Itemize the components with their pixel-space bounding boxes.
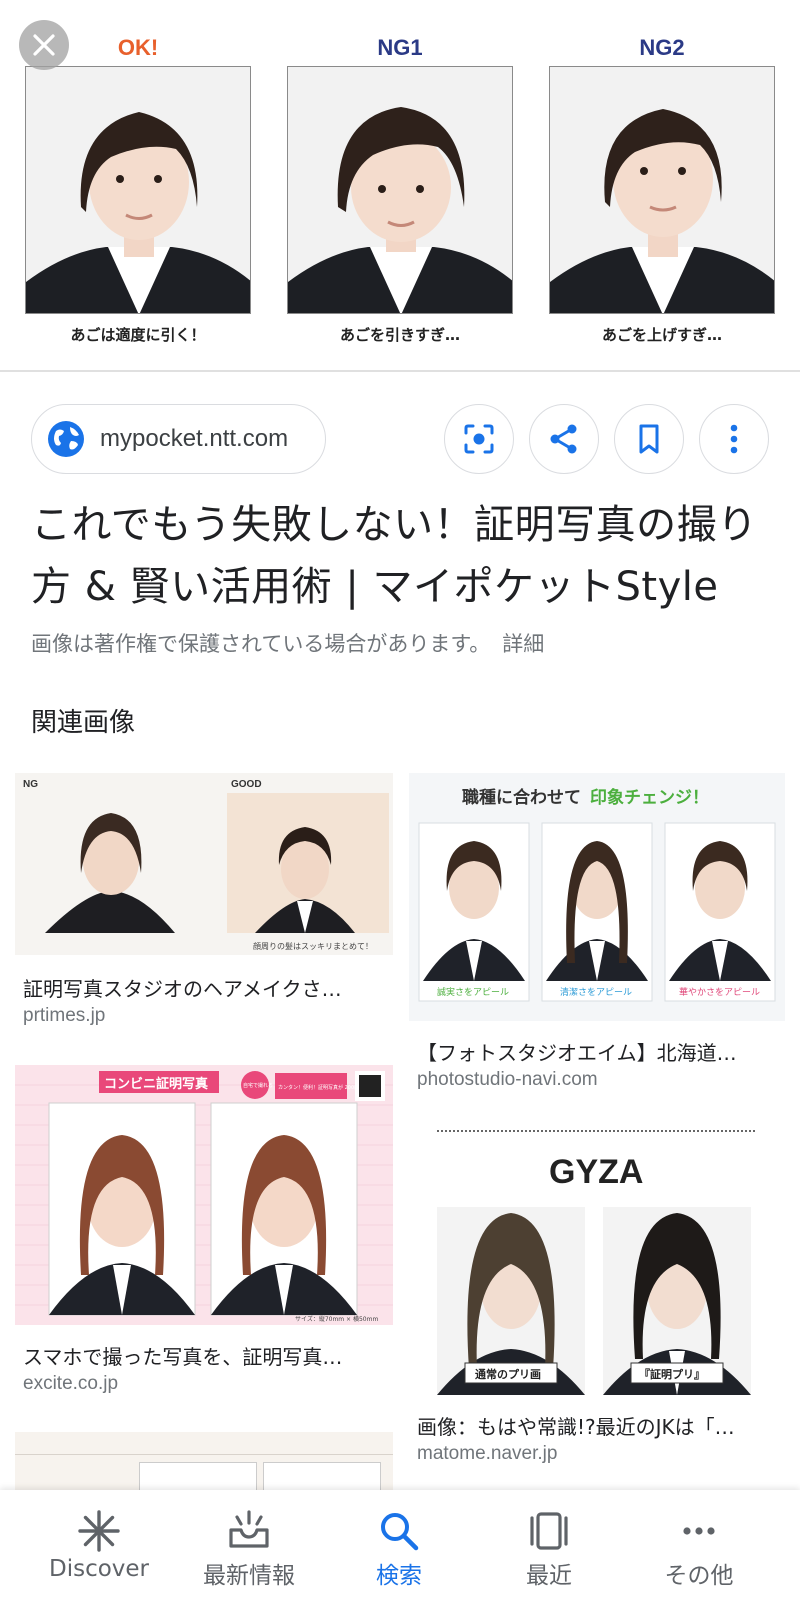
related-image-card[interactable] <box>15 1432 393 1490</box>
portrait-photo <box>287 66 513 314</box>
nav-more[interactable]: その他 <box>624 1490 774 1599</box>
panel-caption: あごは適度に引く！ <box>70 326 206 344</box>
hero-panel-ok: OK! あごは適度に引く！ <box>25 34 251 345</box>
thumbnail-frame <box>139 1462 257 1490</box>
bottom-navigation: Discover 最新情報 検索 最近 その他 <box>0 1490 800 1599</box>
related-thumbnail: コンビニ証明写真 自宅で撮れる カンタン！便利！証明写真が 200円 サイズ：縦 <box>15 1065 393 1325</box>
copyright-text: 画像は著作権で保護されている場合があります。 <box>31 632 491 656</box>
nav-label: 検索 <box>376 1563 422 1589</box>
more-horizontal-icon <box>683 1527 715 1535</box>
lens-icon <box>464 424 494 454</box>
nav-label: Discover <box>48 1556 150 1582</box>
bookmark-icon <box>639 424 659 454</box>
related-image-card[interactable]: GYZA 通常のプリ画 『証明プリ』 画像：もはや常識!?最近のJKは「… ma… <box>409 1129 785 1469</box>
details-link[interactable]: 詳細 <box>502 632 544 656</box>
hero-panel-ng1: NG1 あごを引きすぎ… <box>287 34 513 345</box>
related-thumbnail: NG GOOD 顔周りの髪はスッキリまとめて！ <box>15 773 393 955</box>
globe-icon <box>48 421 84 457</box>
thumbnail-size-note: サイズ：縦70mm × 横50mm <box>295 1315 378 1323</box>
good-label: GOOD <box>231 779 262 790</box>
related-image-title: 証明写真スタジオのヘアメイクさ… <box>23 977 342 1001</box>
related-image-domain: excite.co.jp <box>23 1373 119 1394</box>
thumbnail-promo: カンタン！便利！証明写真が 200円 <box>278 1084 359 1091</box>
thumbnail-note: 顔周りの髪はスッキリまとめて！ <box>253 941 373 951</box>
related-images-header: 関連画像 <box>31 708 136 738</box>
share-button[interactable] <box>529 404 599 474</box>
nav-discover[interactable]: Discover <box>24 1490 174 1599</box>
thumbnail-caption: 『証明プリ』 <box>639 1367 705 1381</box>
nav-search[interactable]: 検索 <box>324 1490 474 1599</box>
related-image-title: スマホで撮った写真を、証明写真… <box>23 1345 343 1369</box>
hero-image: OK! あごは適度に引く！ NG1 あごを引きすぎ… NG2 あごを上げすぎ… <box>0 0 800 372</box>
nav-recent[interactable]: 最近 <box>474 1490 624 1599</box>
thumbnail-caption: 通常のプリ画 <box>475 1367 541 1381</box>
recent-tabs-icon <box>530 1512 568 1550</box>
share-icon <box>550 424 577 454</box>
related-image-domain: prtimes.jp <box>23 1005 106 1026</box>
panel-caption: あごを引きすぎ… <box>339 326 460 344</box>
nav-updates[interactable]: 最新情報 <box>174 1490 324 1599</box>
portrait-photo <box>549 66 775 314</box>
related-image-card[interactable]: 職種に合わせて 印象チェンジ！ 誠実さをアピール 清潔さをアピール 華やかさをア… <box>409 773 785 1103</box>
more-vertical-icon <box>730 424 738 454</box>
thumbnail-caption: 華やかさをアピール <box>679 986 760 998</box>
nav-label: 最近 <box>526 1563 572 1589</box>
thumbnail-frame <box>263 1462 381 1490</box>
related-image-title: 【フォトスタジオエイム】北海道… <box>417 1041 737 1065</box>
hero-panel-ng2: NG2 あごを上げすぎ… <box>549 34 775 345</box>
related-image-domain: photostudio-navi.com <box>417 1069 598 1090</box>
close-icon <box>33 34 55 56</box>
related-image-title: 画像：もはや常識!?最近のJKは「… <box>417 1415 735 1439</box>
inbox-updates-icon <box>229 1510 269 1548</box>
related-image-card[interactable]: NG GOOD 顔周りの髪はスッキリまとめて！ 証明写真スタジオのヘアメイクさ…… <box>15 773 393 1035</box>
source-link-chip[interactable]: mypocket.ntt.com <box>31 404 326 474</box>
panel-caption: あごを上げすぎ… <box>601 326 722 344</box>
related-image-card[interactable]: コンビニ証明写真 自宅で撮れる カンタン！便利！証明写真が 200円 サイズ：縦 <box>15 1065 393 1400</box>
thumbnail-heading-b: 印象チェンジ！ <box>590 787 709 808</box>
divider <box>0 370 800 372</box>
result-title[interactable]: これでもう失敗しない！証明写真の撮り方 & 賢い活用術 | マイポケットStyl… <box>31 494 771 618</box>
thumbnail-brand: コンビニ証明写真 <box>104 1076 208 1092</box>
asterisk-icon <box>78 1510 120 1552</box>
portrait-photo <box>25 66 251 314</box>
related-image-domain: matome.naver.jp <box>417 1443 558 1464</box>
nav-label: 最新情報 <box>203 1563 295 1589</box>
thumbnail-caption: 誠実さをアピール <box>437 986 509 998</box>
panel-label: NG2 <box>639 35 685 60</box>
save-button[interactable] <box>614 404 684 474</box>
copyright-notice: 画像は著作権で保護されている場合があります。 詳細 <box>31 628 544 658</box>
thumbnail-heading-a: 職種に合わせて <box>462 787 581 808</box>
gyza-logo: GYZA <box>549 1153 643 1191</box>
thumbnail-badge: 自宅で撮れる <box>243 1082 273 1089</box>
related-thumbnail: 職種に合わせて 印象チェンジ！ 誠実さをアピール 清潔さをアピール 華やかさをア… <box>409 773 785 1021</box>
close-button[interactable] <box>19 20 69 70</box>
nav-label: その他 <box>664 1563 734 1589</box>
source-domain: mypocket.ntt.com <box>100 425 289 452</box>
related-thumbnail: GYZA 通常のプリ画 『証明プリ』 <box>409 1129 785 1395</box>
thumbnail-caption: 清潔さをアピール <box>560 986 632 998</box>
more-options-button[interactable] <box>699 404 769 474</box>
lens-button[interactable] <box>444 404 514 474</box>
search-icon <box>381 1513 419 1551</box>
panel-label: NG1 <box>377 35 423 60</box>
thumbnail-edge <box>15 1454 393 1455</box>
ng-label: NG <box>23 779 38 790</box>
